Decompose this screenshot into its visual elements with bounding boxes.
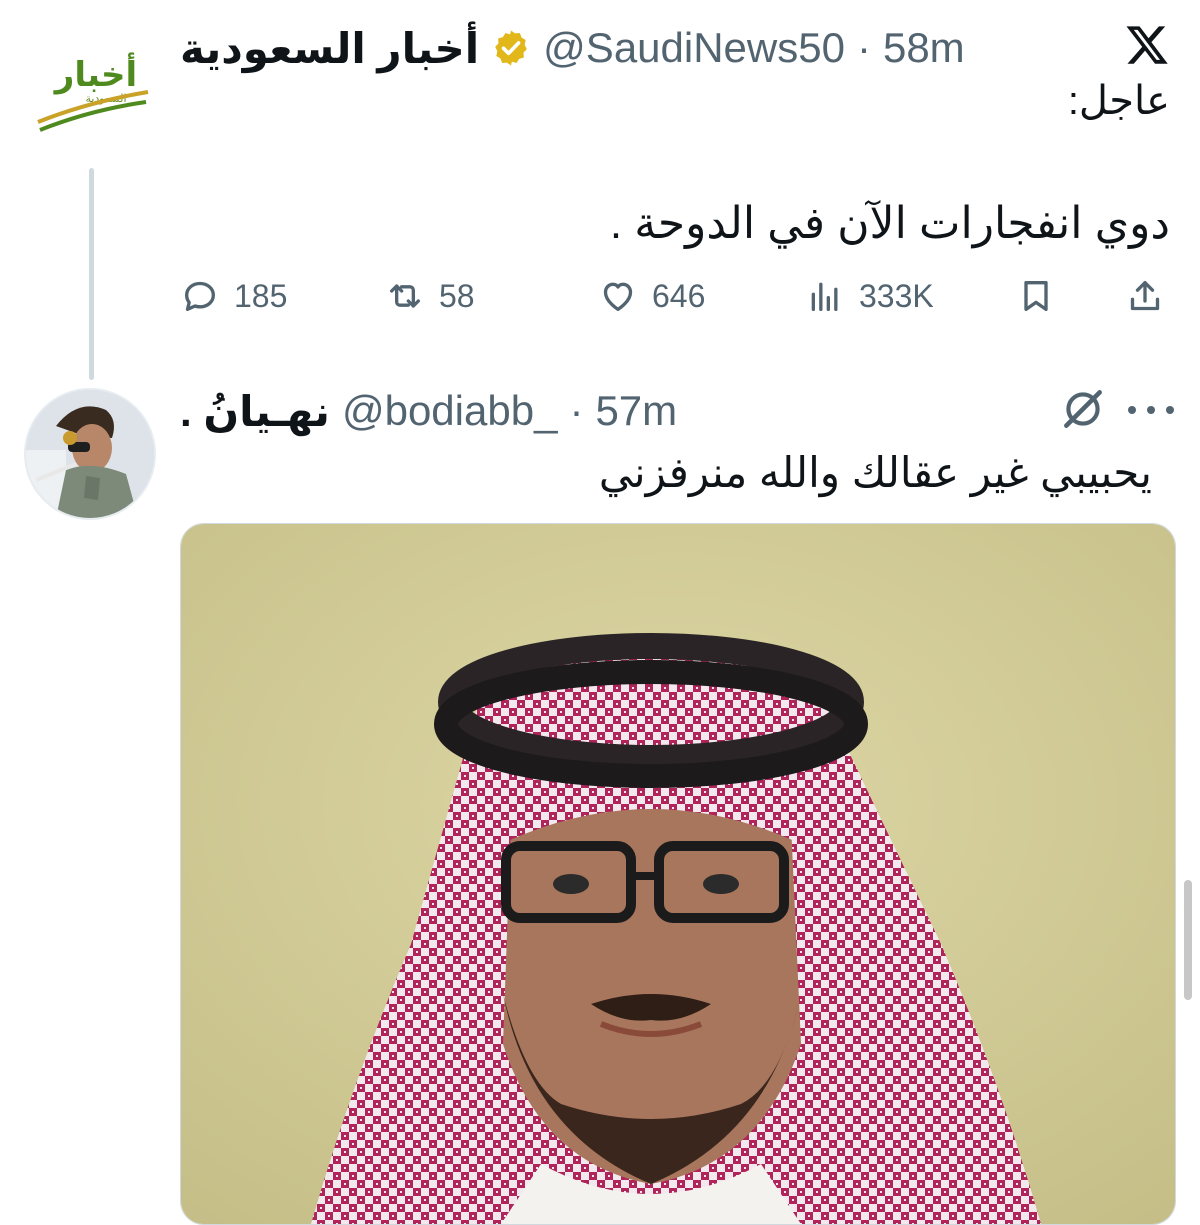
tweet2-text: يحبيبي غير عقالك والله منرفزني: [598, 449, 1152, 496]
tweet2-media-photo[interactable]: [180, 523, 1176, 1225]
verified-badge-icon: [495, 30, 528, 66]
share-button[interactable]: [1125, 268, 1165, 324]
more-dots-icon[interactable]: [1128, 400, 1174, 420]
tweet2-handle[interactable]: @bodiabb_: [342, 387, 557, 435]
tweet1-text-line1: عاجل:: [1067, 79, 1170, 123]
like-button[interactable]: 646: [598, 268, 705, 324]
bookmark-icon: [1024, 281, 1048, 311]
tweet1-display-name[interactable]: أخبار السعودية: [180, 24, 479, 73]
heart-icon: [603, 282, 633, 311]
x-logo-icon[interactable]: [1124, 22, 1170, 68]
reply-count: 185: [234, 277, 288, 314]
reply-icon: [185, 281, 215, 311]
tweet1-header: أخبار السعودية @SaudiNews50 · 58m: [180, 18, 965, 78]
like-count: 646: [652, 277, 706, 314]
separator-dot: ·: [856, 24, 871, 71]
user-avatar[interactable]: [24, 388, 156, 520]
tweet1-handle[interactable]: @SaudiNews50: [543, 24, 845, 72]
tweet2-display-name[interactable]: نهـيانُ .: [180, 387, 330, 436]
tweet2-timestamp[interactable]: 57m: [595, 387, 677, 435]
logo-text: أخبار: [53, 52, 137, 95]
thread-line: [89, 168, 94, 380]
tweet1-action-bar: 185 58 646 333K: [180, 268, 1170, 324]
repost-count: 58: [439, 277, 475, 314]
reply-button[interactable]: 185: [180, 268, 287, 324]
separator-dot: ·: [569, 387, 584, 434]
scrollbar[interactable]: [1184, 880, 1192, 1000]
views-chart-icon: [811, 282, 838, 311]
saudi-news-avatar[interactable]: أخبار السعودية: [28, 44, 158, 144]
repost-button[interactable]: 58: [385, 268, 475, 324]
share-icon: [1130, 281, 1160, 311]
grok-icon[interactable]: [1058, 384, 1108, 434]
repost-icon: [390, 284, 420, 308]
views-button[interactable]: 333K: [805, 268, 934, 324]
views-count: 333K: [859, 277, 934, 314]
tweet1-text-line2: دوي انفجارات الآن في الدوحة .: [609, 199, 1170, 248]
tweet1-timestamp[interactable]: 58m: [883, 24, 965, 72]
tweet2-header: نهـيانُ . @bodiabb_ · 57m: [180, 380, 677, 442]
bookmark-button[interactable]: [1016, 268, 1056, 324]
